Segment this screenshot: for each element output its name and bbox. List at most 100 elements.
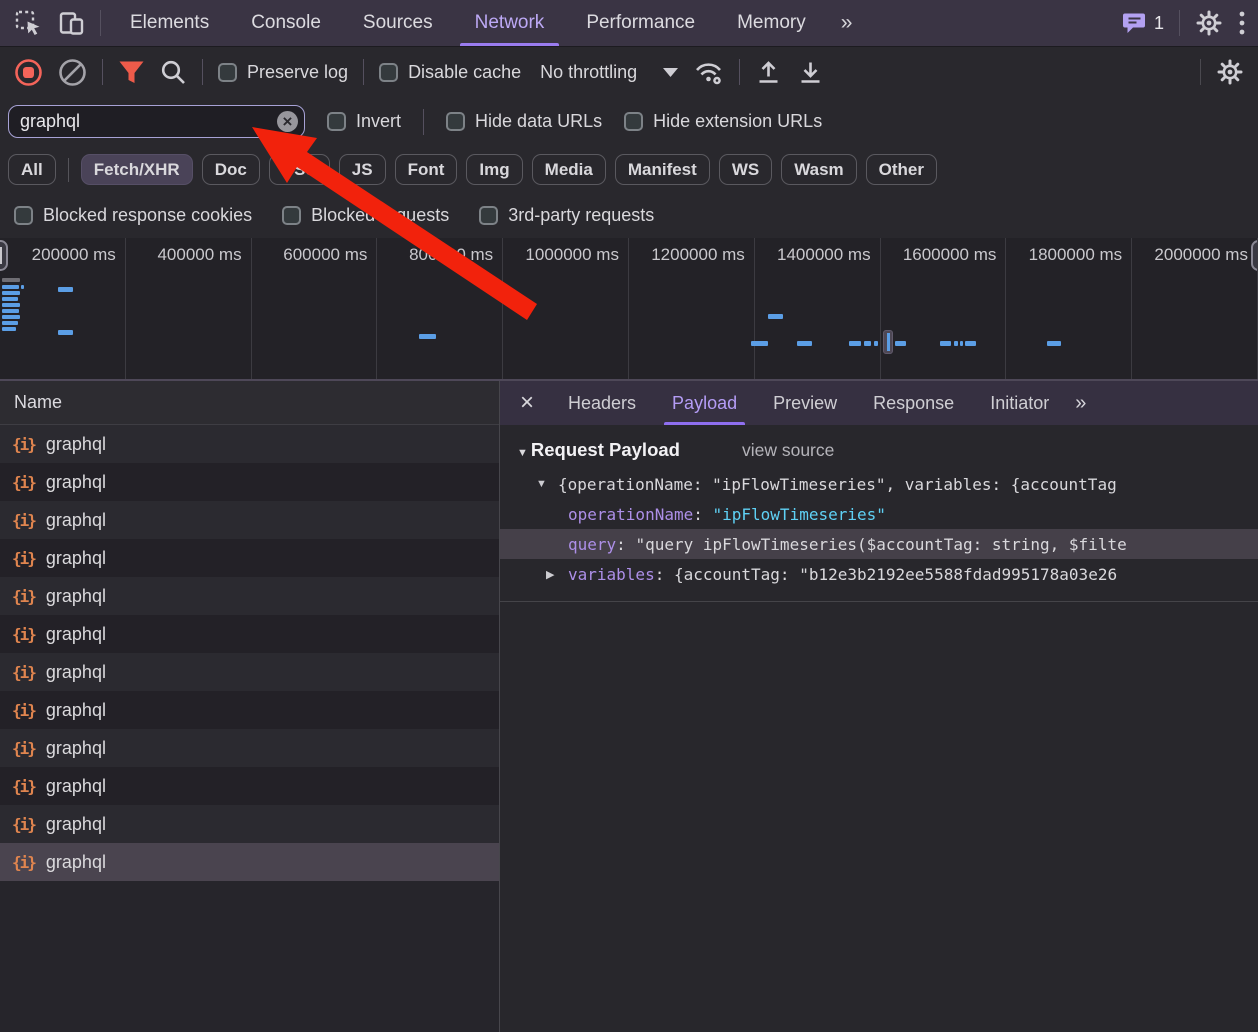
expand-toggle-icon[interactable]: ▶ xyxy=(546,568,568,581)
blocked-requests-checkbox[interactable]: Blocked requests xyxy=(282,205,449,226)
network-overview-timeline[interactable]: 200000 ms400000 ms600000 ms800000 ms1000… xyxy=(0,238,1258,381)
detail-tab-headers[interactable]: Headers xyxy=(550,381,654,425)
payload-line[interactable]: ▶variables: {accountTag: "b12e3b2192ee55… xyxy=(500,559,1258,589)
clear-filter-icon[interactable]: × xyxy=(277,111,298,132)
tab-label: Console xyxy=(251,12,321,34)
export-har-icon[interactable] xyxy=(797,59,824,86)
tab-network[interactable]: Network xyxy=(454,0,566,46)
payload-segment: : xyxy=(616,535,635,554)
hide-extension-urls-checkbox[interactable]: Hide extension URLs xyxy=(624,111,822,132)
import-har-icon[interactable] xyxy=(755,59,782,86)
tab-elements[interactable]: Elements xyxy=(109,0,230,46)
throttling-select[interactable]: No throttling xyxy=(540,62,678,83)
request-name: graphql xyxy=(46,548,106,569)
tab-sources[interactable]: Sources xyxy=(342,0,454,46)
filter-chip-fetch-xhr[interactable]: Fetch/XHR xyxy=(81,154,193,185)
filter-chip-img[interactable]: Img xyxy=(466,154,522,185)
detail-tab-preview[interactable]: Preview xyxy=(755,381,855,425)
tab-performance[interactable]: Performance xyxy=(565,0,716,46)
filter-funnel-icon[interactable] xyxy=(118,60,145,85)
filter-chip-doc[interactable]: Doc xyxy=(202,154,260,185)
request-row-graphql[interactable]: {i}graphql xyxy=(0,729,499,767)
json-braces-icon: {i} xyxy=(12,473,35,492)
timeline-request-bar xyxy=(2,297,18,301)
name-column-header[interactable]: Name xyxy=(0,381,499,425)
payload-line[interactable]: ▼{operationName: "ipFlowTimeseries", var… xyxy=(500,469,1258,499)
blocked-response-cookies-checkbox[interactable]: Blocked response cookies xyxy=(14,205,252,226)
issues-counter[interactable]: 1 xyxy=(1122,12,1164,35)
preserve-log-checkbox[interactable]: Preserve log xyxy=(218,62,348,83)
request-row-graphql[interactable]: {i}graphql xyxy=(0,843,499,881)
timeline-request-bar xyxy=(797,341,812,346)
request-row-graphql[interactable]: {i}graphql xyxy=(0,615,499,653)
timeline-request-bar xyxy=(21,285,24,289)
request-row-graphql[interactable]: {i}graphql xyxy=(0,767,499,805)
filter-chip-wasm[interactable]: Wasm xyxy=(781,154,856,185)
timeline-request-bar xyxy=(58,330,73,335)
request-row-graphql[interactable]: {i}graphql xyxy=(0,691,499,729)
settings-gear-icon[interactable] xyxy=(1195,9,1223,37)
request-row-graphql[interactable]: {i}graphql xyxy=(0,539,499,577)
request-name: graphql xyxy=(46,814,106,835)
request-row-graphql[interactable]: {i}graphql xyxy=(0,463,499,501)
inspect-element-icon[interactable] xyxy=(15,10,42,37)
tab-label: Network xyxy=(475,12,545,34)
detail-tab-initiator[interactable]: Initiator xyxy=(972,381,1067,425)
collapse-icon[interactable]: ▼ xyxy=(517,447,528,459)
timeline-tick-label: 2000000 ms xyxy=(1154,245,1248,265)
device-toolbar-icon[interactable] xyxy=(58,10,85,37)
filter-chip-ws[interactable]: WS xyxy=(719,154,772,185)
timeline-request-bar xyxy=(965,341,976,346)
record-network-log-button[interactable] xyxy=(14,58,43,87)
devtools-main-tabbar: Elements Console Sources Network Performance… xyxy=(0,0,1258,47)
request-row-graphql[interactable]: {i}graphql xyxy=(0,577,499,615)
filter-chip-all[interactable]: All xyxy=(8,154,56,185)
network-conditions-icon[interactable] xyxy=(693,59,724,86)
hide-data-urls-checkbox[interactable]: Hide data URLs xyxy=(446,111,602,132)
invert-checkbox[interactable]: Invert xyxy=(327,111,401,132)
close-icon[interactable]: × xyxy=(504,391,550,415)
request-row-graphql[interactable]: {i}graphql xyxy=(0,501,499,539)
json-braces-icon: {i} xyxy=(12,739,35,758)
detail-tab-payload[interactable]: Payload xyxy=(654,381,755,425)
kebab-menu-icon[interactable] xyxy=(1238,10,1246,36)
chip-label: Font xyxy=(408,160,445,180)
detail-tabbar: × Headers Payload PreviewResponseInitiator… xyxy=(500,381,1258,425)
request-row-graphql[interactable]: {i}graphql xyxy=(0,425,499,463)
checkbox-box xyxy=(479,206,498,225)
search-icon[interactable] xyxy=(160,59,187,86)
filter-chip-js[interactable]: JS xyxy=(339,154,386,185)
request-row-graphql[interactable]: {i}graphql xyxy=(0,805,499,843)
payload-line[interactable]: operationName: "ipFlowTimeseries" xyxy=(500,499,1258,529)
tab-memory[interactable]: Memory xyxy=(716,0,827,46)
tab-console[interactable]: Console xyxy=(230,0,342,46)
timeline-request-bar xyxy=(2,303,20,307)
request-type-chips: All Fetch/XHR Doc CSS JS Font Img Media Manifest… xyxy=(0,146,1258,193)
clear-network-log-button[interactable] xyxy=(58,58,87,87)
filter-input[interactable] xyxy=(8,105,305,138)
expand-toggle-icon[interactable]: ▼ xyxy=(536,478,558,490)
devtools-window: Elements Console Sources Network Performance… xyxy=(0,0,1258,1032)
timeline-request-bar xyxy=(751,341,768,346)
chip-label: JS xyxy=(352,160,373,180)
more-detail-tabs-icon[interactable]: » xyxy=(1075,392,1088,415)
chip-label: Other xyxy=(879,160,924,180)
network-settings-gear-icon[interactable] xyxy=(1216,58,1244,86)
filter-chip-font[interactable]: Font xyxy=(395,154,458,185)
payload-line[interactable]: query: "query ipFlowTimeseries($accountT… xyxy=(500,529,1258,559)
filter-chip-manifest[interactable]: Manifest xyxy=(615,154,710,185)
payload-segment: "b12e3b2192ee5588fdad995178a03e26 xyxy=(799,565,1117,584)
detail-tab-label: Payload xyxy=(672,393,737,414)
detail-tab-response[interactable]: Response xyxy=(855,381,972,425)
request-row-graphql[interactable]: {i}graphql xyxy=(0,653,499,691)
view-source-link[interactable]: view source xyxy=(742,440,834,461)
timeline-tick-label: 1000000 ms xyxy=(525,245,619,265)
filter-chip-css[interactable]: CSS xyxy=(269,154,330,185)
filter-chip-media[interactable]: Media xyxy=(532,154,606,185)
disable-cache-checkbox[interactable]: Disable cache xyxy=(379,62,521,83)
payload-segment: : {accountTag: xyxy=(655,565,800,584)
more-panels-icon[interactable]: » xyxy=(827,11,869,35)
payload-segment: : xyxy=(693,505,712,524)
filter-chip-other[interactable]: Other xyxy=(866,154,937,185)
3rd-party-requests-checkbox[interactable]: 3rd-party requests xyxy=(479,205,654,226)
